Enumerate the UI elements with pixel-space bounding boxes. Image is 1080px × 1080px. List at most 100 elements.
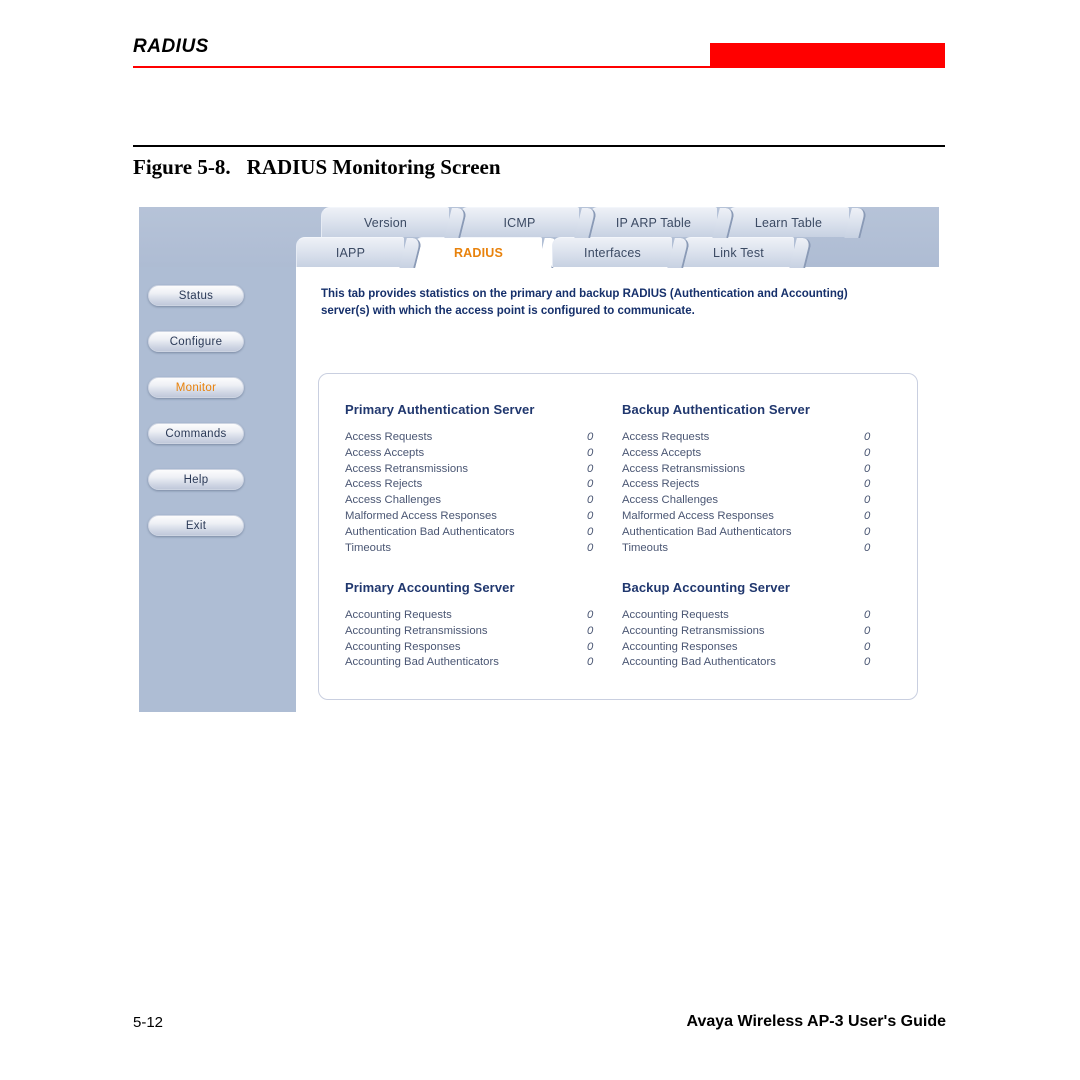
stat-value: 0 — [587, 609, 594, 621]
stat-label: Access Requests — [345, 431, 433, 443]
stat-label: Accounting Responses — [622, 640, 738, 653]
sidebar-item-status[interactable]: Status — [148, 285, 244, 306]
stat-row: Access Challenges 0 — [622, 494, 894, 510]
stat-row: Accounting Retransmissions 0 — [345, 625, 617, 641]
stat-label: Access Retransmissions — [622, 462, 746, 475]
tab-link-test[interactable]: Link Test — [682, 237, 794, 267]
sidebar-item-exit[interactable]: Exit — [148, 515, 244, 536]
embedded-screenshot: Version ICMP IP ARP Table Learn Table IAPP R… — [139, 207, 939, 712]
page-header-title: RADIUS — [133, 36, 209, 57]
tab-label: IAPP — [335, 245, 366, 260]
figure-caption: Figure 5-8. RADIUS Monitoring Screen — [133, 155, 501, 180]
stat-value: 0 — [587, 624, 594, 637]
stat-row: Authentication Bad Authenticators 0 — [622, 526, 894, 542]
stat-value: 0 — [587, 462, 594, 475]
stat-label: Access Requests — [622, 431, 710, 443]
group-title: Backup Authentication Server — [622, 402, 810, 417]
sidebar-item-label: Configure — [169, 335, 223, 348]
content-pane: This tab provides statistics on the prim… — [296, 267, 939, 704]
stat-label: Accounting Retransmissions — [345, 624, 488, 637]
statistics-panel: Primary Authentication Server Access Req… — [318, 373, 918, 700]
tab-label: Link Test — [713, 245, 764, 260]
header-accent-block — [710, 43, 945, 66]
stat-value: 0 — [587, 656, 594, 669]
header-rule — [133, 66, 945, 68]
group-title: Primary Accounting Server — [345, 580, 515, 595]
stat-value: 0 — [864, 494, 871, 507]
stat-label: Accounting Responses — [345, 640, 461, 653]
stat-label: Accounting Requests — [622, 609, 729, 621]
stat-row: Access Retransmissions 0 — [622, 463, 894, 479]
stat-row: Accounting Responses 0 — [622, 641, 894, 657]
tab-learn-table[interactable]: Learn Table — [727, 207, 849, 237]
primary-authentication-server-group: Primary Authentication Server Access Req… — [345, 402, 617, 557]
backup-authentication-server-group: Backup Authentication Server Access Requ… — [622, 402, 894, 557]
stat-value: 0 — [587, 640, 594, 653]
stat-label: Malformed Access Responses — [622, 509, 774, 522]
stat-row: Malformed Access Responses 0 — [622, 510, 894, 526]
stat-label: Access Challenges — [345, 494, 442, 507]
stat-rows: Access Requests 0 Access Accepts 0 Access Re… — [345, 431, 617, 557]
stat-row: Timeouts 0 — [345, 542, 617, 558]
stat-value: 0 — [587, 478, 594, 491]
stat-label: Accounting Bad Authenticators — [622, 656, 776, 669]
group-title: Backup Accounting Server — [622, 580, 791, 595]
stat-label: Access Rejects — [345, 478, 423, 491]
sidebar-item-monitor[interactable]: Monitor — [148, 377, 244, 398]
stat-value: 0 — [587, 525, 594, 538]
stat-rows: Accounting Requests 0 Accounting Retransmi… — [345, 609, 617, 672]
stat-label: Accounting Retransmissions — [622, 624, 765, 637]
stat-row: Access Retransmissions 0 — [345, 463, 617, 479]
footer-guide-title: Avaya Wireless AP-3 User's Guide — [686, 1013, 946, 1030]
stat-label: Accounting Requests — [345, 609, 452, 621]
stat-value: 0 — [864, 656, 871, 669]
sidebar-item-label: Commands — [165, 427, 227, 440]
tab-iapp[interactable]: IAPP — [296, 237, 404, 267]
sidebar-item-label: Help — [183, 473, 209, 486]
figure-number: Figure 5-8. — [133, 155, 231, 179]
tab-label: ICMP — [503, 215, 536, 230]
stat-row: Access Rejects 0 — [345, 478, 617, 494]
sidebar-item-commands[interactable]: Commands — [148, 423, 244, 444]
stat-row: Authentication Bad Authenticators 0 — [345, 526, 617, 542]
stat-value: 0 — [864, 478, 871, 491]
stat-value: 0 — [864, 640, 871, 653]
stat-label: Access Retransmissions — [345, 462, 469, 475]
tab-ip-arp-table[interactable]: IP ARP Table — [589, 207, 717, 237]
backup-accounting-server-group: Backup Accounting Server Accounting Requ… — [622, 580, 894, 672]
tab-version[interactable]: Version — [321, 207, 449, 237]
stat-row: Accounting Requests 0 — [622, 609, 894, 625]
stat-label: Access Rejects — [622, 478, 700, 491]
tab-strip: Version ICMP IP ARP Table Learn Table IAPP R… — [139, 207, 939, 268]
tab-label: IP ARP Table — [615, 215, 692, 230]
stat-row: Accounting Responses 0 — [345, 641, 617, 657]
stat-label: Authentication Bad Authenticators — [345, 525, 515, 538]
stat-value: 0 — [864, 431, 871, 443]
stat-value: 0 — [864, 624, 871, 637]
sidebar: Status Configure Monitor Commands Help Exit — [139, 267, 296, 712]
stat-rows: Accounting Requests 0 Accounting Retransmi… — [622, 609, 894, 672]
tab-label: Interfaces — [584, 245, 641, 260]
stat-value: 0 — [587, 509, 594, 522]
stat-row: Access Accepts 0 — [622, 447, 894, 463]
stat-value: 0 — [587, 446, 594, 459]
tab-interfaces[interactable]: Interfaces — [552, 237, 672, 267]
sidebar-item-configure[interactable]: Configure — [148, 331, 244, 352]
stat-value: 0 — [864, 509, 871, 522]
stat-row: Access Requests 0 — [622, 431, 894, 447]
stat-value: 0 — [587, 431, 594, 443]
stat-row: Access Challenges 0 — [345, 494, 617, 510]
tab-radius[interactable]: RADIUS — [414, 237, 542, 268]
stat-label: Accounting Bad Authenticators — [345, 656, 499, 669]
tab-icmp[interactable]: ICMP — [459, 207, 579, 237]
stat-label: Timeouts — [622, 541, 669, 554]
sidebar-item-label: Monitor — [175, 381, 217, 394]
stat-label: Access Accepts — [622, 446, 702, 459]
stat-row: Malformed Access Responses 0 — [345, 510, 617, 526]
stat-row: Accounting Requests 0 — [345, 609, 617, 625]
stat-rows: Access Requests 0 Access Accepts 0 Access Re… — [622, 431, 894, 557]
stat-row: Accounting Bad Authenticators 0 — [345, 656, 617, 672]
stat-value: 0 — [864, 609, 871, 621]
sidebar-item-help[interactable]: Help — [148, 469, 244, 490]
stat-row: Access Accepts 0 — [345, 447, 617, 463]
